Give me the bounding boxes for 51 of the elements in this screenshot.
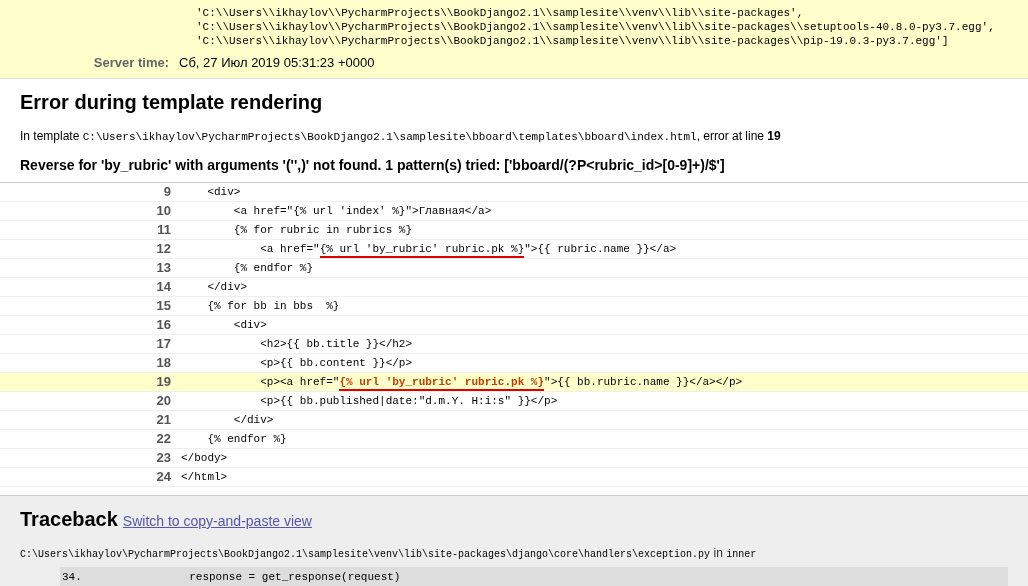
section-heading: Error during template rendering bbox=[20, 89, 324, 115]
line-number: 24 bbox=[155, 468, 172, 487]
server-time: Сб, 27 Июл 2019 05:31:23 +0000 bbox=[179, 54, 375, 72]
code-text: <div> bbox=[206, 185, 241, 198]
code-text: ">{{ bb.rubric.name }}</a></p> bbox=[544, 375, 743, 388]
line-number: 11 bbox=[156, 221, 172, 240]
code-text: {% for bb in bbs %} bbox=[206, 299, 340, 312]
line-number: 21 bbox=[155, 411, 172, 430]
line-number: 13 bbox=[155, 259, 172, 278]
error-code: {% url 'by_rubric' rubric.pk %} bbox=[339, 375, 545, 391]
field-label: Server time: bbox=[92, 54, 170, 72]
code-text: <a href=" bbox=[259, 242, 320, 255]
code-text: <a href="{% url 'index' %}">Главная</a> bbox=[232, 204, 492, 217]
code-text: <p>{{ bb.content }}</p> bbox=[259, 356, 413, 369]
section-heading: Traceback bbox=[20, 507, 118, 532]
in-text: in bbox=[712, 545, 724, 562]
template-location: In template C:\Users\ikhaylov\PycharmProjects\BookDjango2.1\samplesite\bboard\templates\bboard\index.html, error at line 19 bbox=[20, 127, 781, 145]
line-number: 12 bbox=[155, 240, 172, 259]
underlined-code: {% url 'by_rubric' rubric.pk %} bbox=[319, 242, 525, 258]
code-text: <p><a href=" bbox=[259, 375, 340, 388]
code-text: </html> bbox=[181, 470, 228, 483]
line-number: 14 bbox=[155, 278, 172, 297]
code-text: {% for rubric in rubrics %} bbox=[232, 223, 413, 236]
code-text: {% endfor %} bbox=[232, 261, 314, 274]
line-number: 23 bbox=[155, 449, 172, 468]
line-number: 22 bbox=[155, 430, 172, 449]
code-text: {% endfor %} bbox=[206, 432, 287, 445]
line-number: 20 bbox=[155, 392, 172, 411]
code-text: <div> bbox=[232, 318, 267, 331]
line-number: 15 bbox=[155, 297, 172, 316]
line-number: 9 bbox=[162, 183, 172, 202]
line-number: 10 bbox=[155, 202, 172, 221]
code-text: </div> bbox=[232, 413, 274, 426]
line-number: 17 bbox=[155, 335, 172, 354]
path-text: 'C:\\Users\\ikhaylov\\PycharmProjects\\BookDjango2.1\\samplesite\\venv\\lib\\site-packages\\pip-19.0.3-py3.7.egg'] bbox=[196, 34, 950, 48]
code-text: ">{{ rubric.name }}</a> bbox=[524, 242, 677, 255]
code-text: </div> bbox=[206, 280, 247, 293]
code-text: response = get_response(request) bbox=[188, 569, 401, 585]
switch-view-link[interactable]: Switch to copy-and-paste view bbox=[122, 511, 312, 532]
code-text: <h2>{{ bb.title }}</h2> bbox=[259, 337, 413, 350]
file-path: C:\Users\ikhaylov\PycharmProjects\BookDjango2.1\samplesite\venv\lib\site-packages\django\core\handlers\exception.py bbox=[20, 548, 711, 562]
line-number: 34. bbox=[61, 569, 83, 585]
code-text: </body> bbox=[181, 451, 228, 464]
path-text: 'C:\\Users\\ikhaylov\\PycharmProjects\\BookDjango2.1\\samplesite\\venv\\lib\\site-packages\\setuptools-40.8.0-py3.7.egg', bbox=[196, 20, 996, 34]
line-number: 19 bbox=[155, 373, 172, 392]
function-name: inner bbox=[726, 548, 757, 562]
path-text: 'C:\\Users\\ikhaylov\\PycharmProjects\\BookDjango2.1\\samplesite\\venv\\lib\\site-packages', bbox=[196, 6, 805, 20]
error-message: Reverse for 'by_rubric' with arguments '('',)' not found. 1 pattern(s) tried: ['bboard/(?P<rubric_id>[0-9]+)/$'] bbox=[20, 156, 726, 175]
line-number: 18 bbox=[155, 354, 172, 373]
code-text: <p>{{ bb.published|date:"d.m.Y. H:i:s" }}</p> bbox=[259, 394, 558, 407]
line-number: 16 bbox=[155, 316, 172, 335]
